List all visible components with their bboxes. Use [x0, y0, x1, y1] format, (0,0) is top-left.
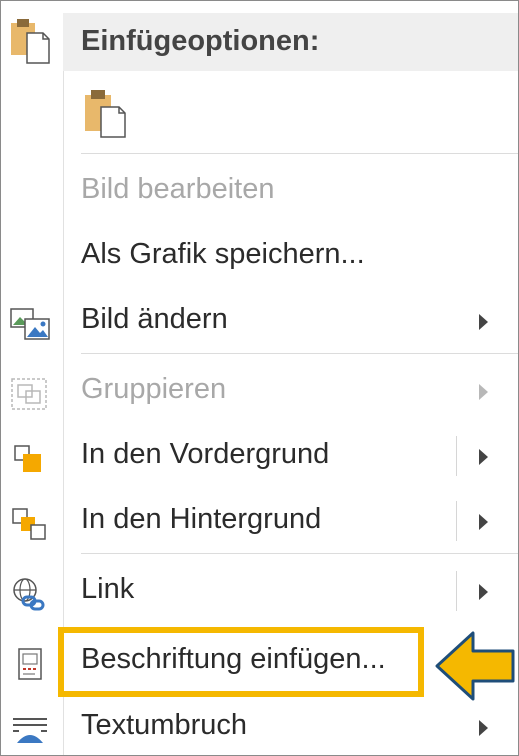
menu-item-text-wrap[interactable]: Textumbruch — [1, 699, 518, 755]
context-menu: Einfügeoptionen: Bild bearbeiten Als Gra… — [0, 0, 519, 756]
menu-item-label: In den Hintergrund — [81, 503, 322, 535]
submenu-arrow-icon[interactable] — [479, 449, 488, 465]
separator — [81, 153, 518, 154]
paste-keep-source-button[interactable] — [81, 87, 131, 139]
submenu-arrow-icon[interactable] — [479, 514, 488, 530]
menu-item-bring-forward[interactable]: In den Vordergrund — [1, 428, 518, 488]
text-wrap-icon — [13, 718, 47, 743]
separator — [81, 353, 518, 354]
send-backward-icon — [12, 508, 46, 540]
split-divider — [456, 571, 457, 611]
highlight-box — [58, 627, 424, 697]
menu-item-label: Bild ändern — [81, 303, 228, 335]
clipboard-paste-icon — [11, 19, 50, 64]
insert-caption-icon — [18, 648, 42, 680]
split-divider — [456, 436, 457, 476]
pointer-arrow-icon — [435, 631, 515, 701]
menu-item-group[interactable]: Gruppieren — [1, 363, 518, 423]
submenu-arrow-icon[interactable] — [479, 584, 488, 600]
menu-item-label: Bild bearbeiten — [81, 173, 275, 205]
submenu-arrow-icon — [479, 720, 488, 736]
paste-options-title: Einfügeoptionen: — [81, 25, 320, 57]
submenu-arrow-icon — [479, 314, 488, 330]
split-divider — [456, 501, 457, 541]
menu-item-label: Als Grafik speichern... — [81, 238, 365, 270]
menu-item-link[interactable]: Link — [1, 563, 518, 623]
menu-item-label: Link — [81, 573, 135, 605]
group-icon — [11, 378, 47, 410]
link-icon — [13, 578, 45, 611]
menu-item-change-picture[interactable]: Bild ändern — [1, 293, 518, 353]
menu-item-save-as-graphic[interactable]: Als Grafik speichern... — [1, 228, 518, 288]
bring-forward-icon — [14, 445, 41, 472]
menu-item-edit-picture[interactable]: Bild bearbeiten — [1, 163, 518, 223]
menu-item-send-backward[interactable]: In den Hintergrund — [1, 493, 518, 553]
menu-item-label: Gruppieren — [81, 373, 227, 405]
menu-item-label: In den Vordergrund — [81, 438, 330, 470]
submenu-arrow-icon — [479, 384, 488, 400]
change-picture-icon — [10, 308, 50, 340]
separator — [81, 553, 518, 554]
menu-item-label: Textumbruch — [81, 709, 248, 741]
